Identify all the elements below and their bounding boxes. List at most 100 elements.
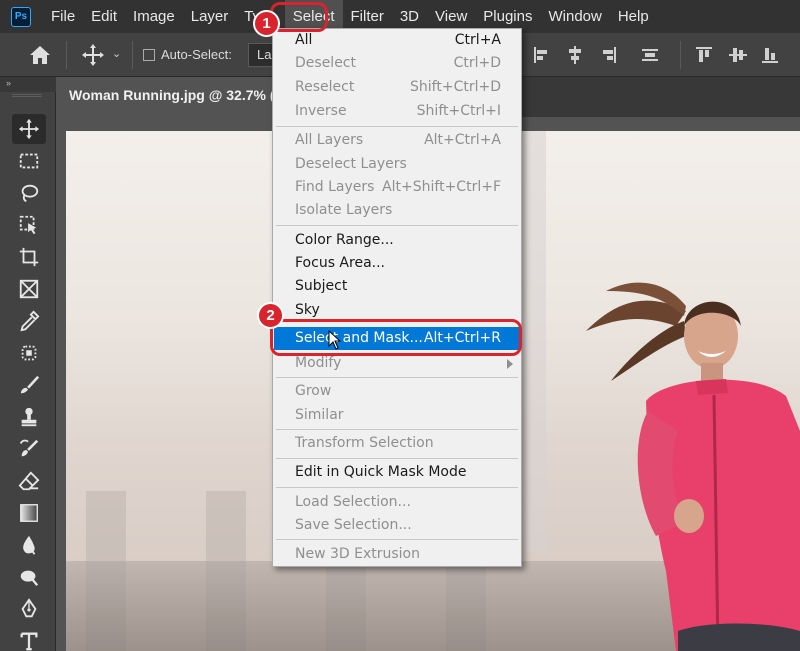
menu-item-find-layers[interactable]: Find Layers Alt+Shift+Ctrl+F xyxy=(273,176,521,199)
align-top-edges-icon[interactable] xyxy=(694,45,714,65)
dodge-icon xyxy=(20,570,39,586)
menu-item-select-and-mask[interactable]: Select and Mask... Alt+Ctrl+R xyxy=(274,327,520,350)
menu-item-load-selection[interactable]: Load Selection... xyxy=(273,491,521,514)
menu-separator xyxy=(276,377,518,378)
menu-item-label: Similar xyxy=(295,407,344,423)
menu-separator xyxy=(276,487,518,488)
frame-icon xyxy=(19,279,39,299)
menu-item-transform-selection[interactable]: Transform Selection xyxy=(273,432,521,455)
align-horizontal-centers-icon[interactable] xyxy=(565,45,585,65)
dodge-tool[interactable] xyxy=(12,562,46,592)
menu-image[interactable]: Image xyxy=(125,0,183,33)
menu-item-shortcut: Alt+Shift+Ctrl+F xyxy=(382,179,501,195)
menu-item-label: Focus Area... xyxy=(295,255,386,271)
menu-item-shortcut: Alt+Ctrl+R xyxy=(423,330,501,346)
menu-item-shortcut: Shift+Ctrl+D xyxy=(410,79,501,95)
menu-help[interactable]: Help xyxy=(610,0,657,33)
eraser-tool[interactable] xyxy=(12,466,46,496)
tools-panel xyxy=(0,92,56,651)
menu-item-label: Save Selection... xyxy=(295,517,412,533)
type-tool[interactable] xyxy=(12,626,46,651)
menu-item-sky[interactable]: Sky xyxy=(273,299,521,322)
align-vertical-centers-icon[interactable] xyxy=(728,45,748,65)
chevron-down-icon[interactable]: ⌄ xyxy=(112,47,121,60)
lasso-icon xyxy=(21,184,39,203)
menu-item-all-layers[interactable]: All Layers Alt+Ctrl+A xyxy=(273,129,521,152)
distribute-icon[interactable] xyxy=(640,45,660,65)
menu-item-reselect[interactable]: Reselect Shift+Ctrl+D xyxy=(273,76,521,99)
menu-separator xyxy=(276,539,518,540)
menu-item-all[interactable]: All Ctrl+A xyxy=(273,29,521,52)
menu-item-label: Reselect xyxy=(295,79,355,95)
blur-drop-icon xyxy=(23,535,36,555)
menu-item-shortcut: Ctrl+D xyxy=(453,55,501,71)
menu-item-label: Sky xyxy=(295,302,320,318)
move-tool[interactable] xyxy=(12,114,46,144)
menu-item-label: New 3D Extrusion xyxy=(295,546,420,562)
menu-layer[interactable]: Layer xyxy=(183,0,237,33)
menu-item-label: Deselect xyxy=(295,55,356,71)
align-bottom-edges-icon[interactable] xyxy=(760,45,780,65)
document-tab[interactable]: Woman Running.jpg @ 32.7% ( xyxy=(56,77,296,117)
menu-item-new-3d-extrusion[interactable]: New 3D Extrusion xyxy=(273,543,521,566)
menu-item-subject[interactable]: Subject xyxy=(273,275,521,298)
menu-item-similar[interactable]: Similar xyxy=(273,404,521,427)
pen-tool[interactable] xyxy=(12,594,46,624)
eyedropper-tool[interactable] xyxy=(12,306,46,336)
frame-tool[interactable] xyxy=(12,274,46,304)
menu-file[interactable]: File xyxy=(43,0,83,33)
eraser-icon xyxy=(18,471,40,491)
photoshop-logo-icon: Ps xyxy=(11,6,31,27)
step-badge-2: 2 xyxy=(257,302,284,329)
align-right-edges-icon[interactable] xyxy=(598,45,618,65)
menu-item-isolate-layers[interactable]: Isolate Layers xyxy=(273,199,521,222)
menu-item-inverse[interactable]: Inverse Shift+Ctrl+I xyxy=(273,100,521,123)
rectangular-marquee-icon xyxy=(19,153,39,169)
menu-item-label: Subject xyxy=(295,278,348,294)
menu-item-label: Deselect Layers xyxy=(295,156,407,172)
menu-item-shortcut: Alt+Ctrl+A xyxy=(424,132,501,148)
object-select-tool[interactable] xyxy=(12,210,46,240)
pen-icon xyxy=(21,598,37,618)
move-tool-icon[interactable] xyxy=(81,43,105,67)
menu-separator xyxy=(276,458,518,459)
menu-item-label: Inverse xyxy=(295,103,347,119)
menu-item-deselect-layers[interactable]: Deselect Layers xyxy=(273,153,521,176)
brush-tool[interactable] xyxy=(12,370,46,400)
menu-edit[interactable]: Edit xyxy=(83,0,125,33)
home-icon[interactable] xyxy=(28,44,52,66)
menu-item-deselect[interactable]: Deselect Ctrl+D xyxy=(273,52,521,75)
history-brush-tool[interactable] xyxy=(12,434,46,464)
brush-icon xyxy=(20,375,40,394)
clone-stamp-tool[interactable] xyxy=(12,402,46,432)
auto-select-checkbox[interactable] xyxy=(143,49,155,61)
select-menu-dropdown: All Ctrl+A Deselect Ctrl+D Reselect Shif… xyxy=(272,28,522,567)
blur-tool[interactable] xyxy=(12,530,46,560)
panel-grip-icon[interactable] xyxy=(12,94,42,97)
gradient-tool[interactable] xyxy=(12,498,46,528)
woman-running-photo xyxy=(586,282,800,651)
menu-item-focus-area[interactable]: Focus Area... xyxy=(273,252,521,275)
marquee-tool[interactable] xyxy=(12,146,46,176)
menu-item-label: Isolate Layers xyxy=(295,202,393,218)
menu-item-save-selection[interactable]: Save Selection... xyxy=(273,514,521,537)
type-icon xyxy=(20,632,38,651)
menu-item-color-range[interactable]: Color Range... xyxy=(273,229,521,252)
spot-healing-tool[interactable] xyxy=(12,338,46,368)
menu-item-label: Find Layers xyxy=(295,179,375,195)
step-badge-1: 1 xyxy=(253,10,280,37)
menu-item-grow[interactable]: Grow xyxy=(273,380,521,403)
object-selection-icon xyxy=(19,215,37,235)
align-left-edges-icon[interactable] xyxy=(532,45,552,65)
menu-item-label: Transform Selection xyxy=(295,435,434,451)
menu-item-label: Grow xyxy=(295,383,332,399)
menu-item-modify[interactable]: Modify xyxy=(273,352,521,375)
submenu-arrow-icon xyxy=(507,359,513,369)
menu-window[interactable]: Window xyxy=(540,0,609,33)
lasso-tool[interactable] xyxy=(12,178,46,208)
document-tab-title: Woman Running.jpg @ 32.7% ( xyxy=(69,87,275,103)
eyedropper-icon xyxy=(20,310,40,332)
menu-item-edit-quick-mask[interactable]: Edit in Quick Mask Mode xyxy=(273,461,521,484)
crop-tool[interactable] xyxy=(12,242,46,272)
collapse-panel-icon[interactable]: » xyxy=(6,78,11,88)
